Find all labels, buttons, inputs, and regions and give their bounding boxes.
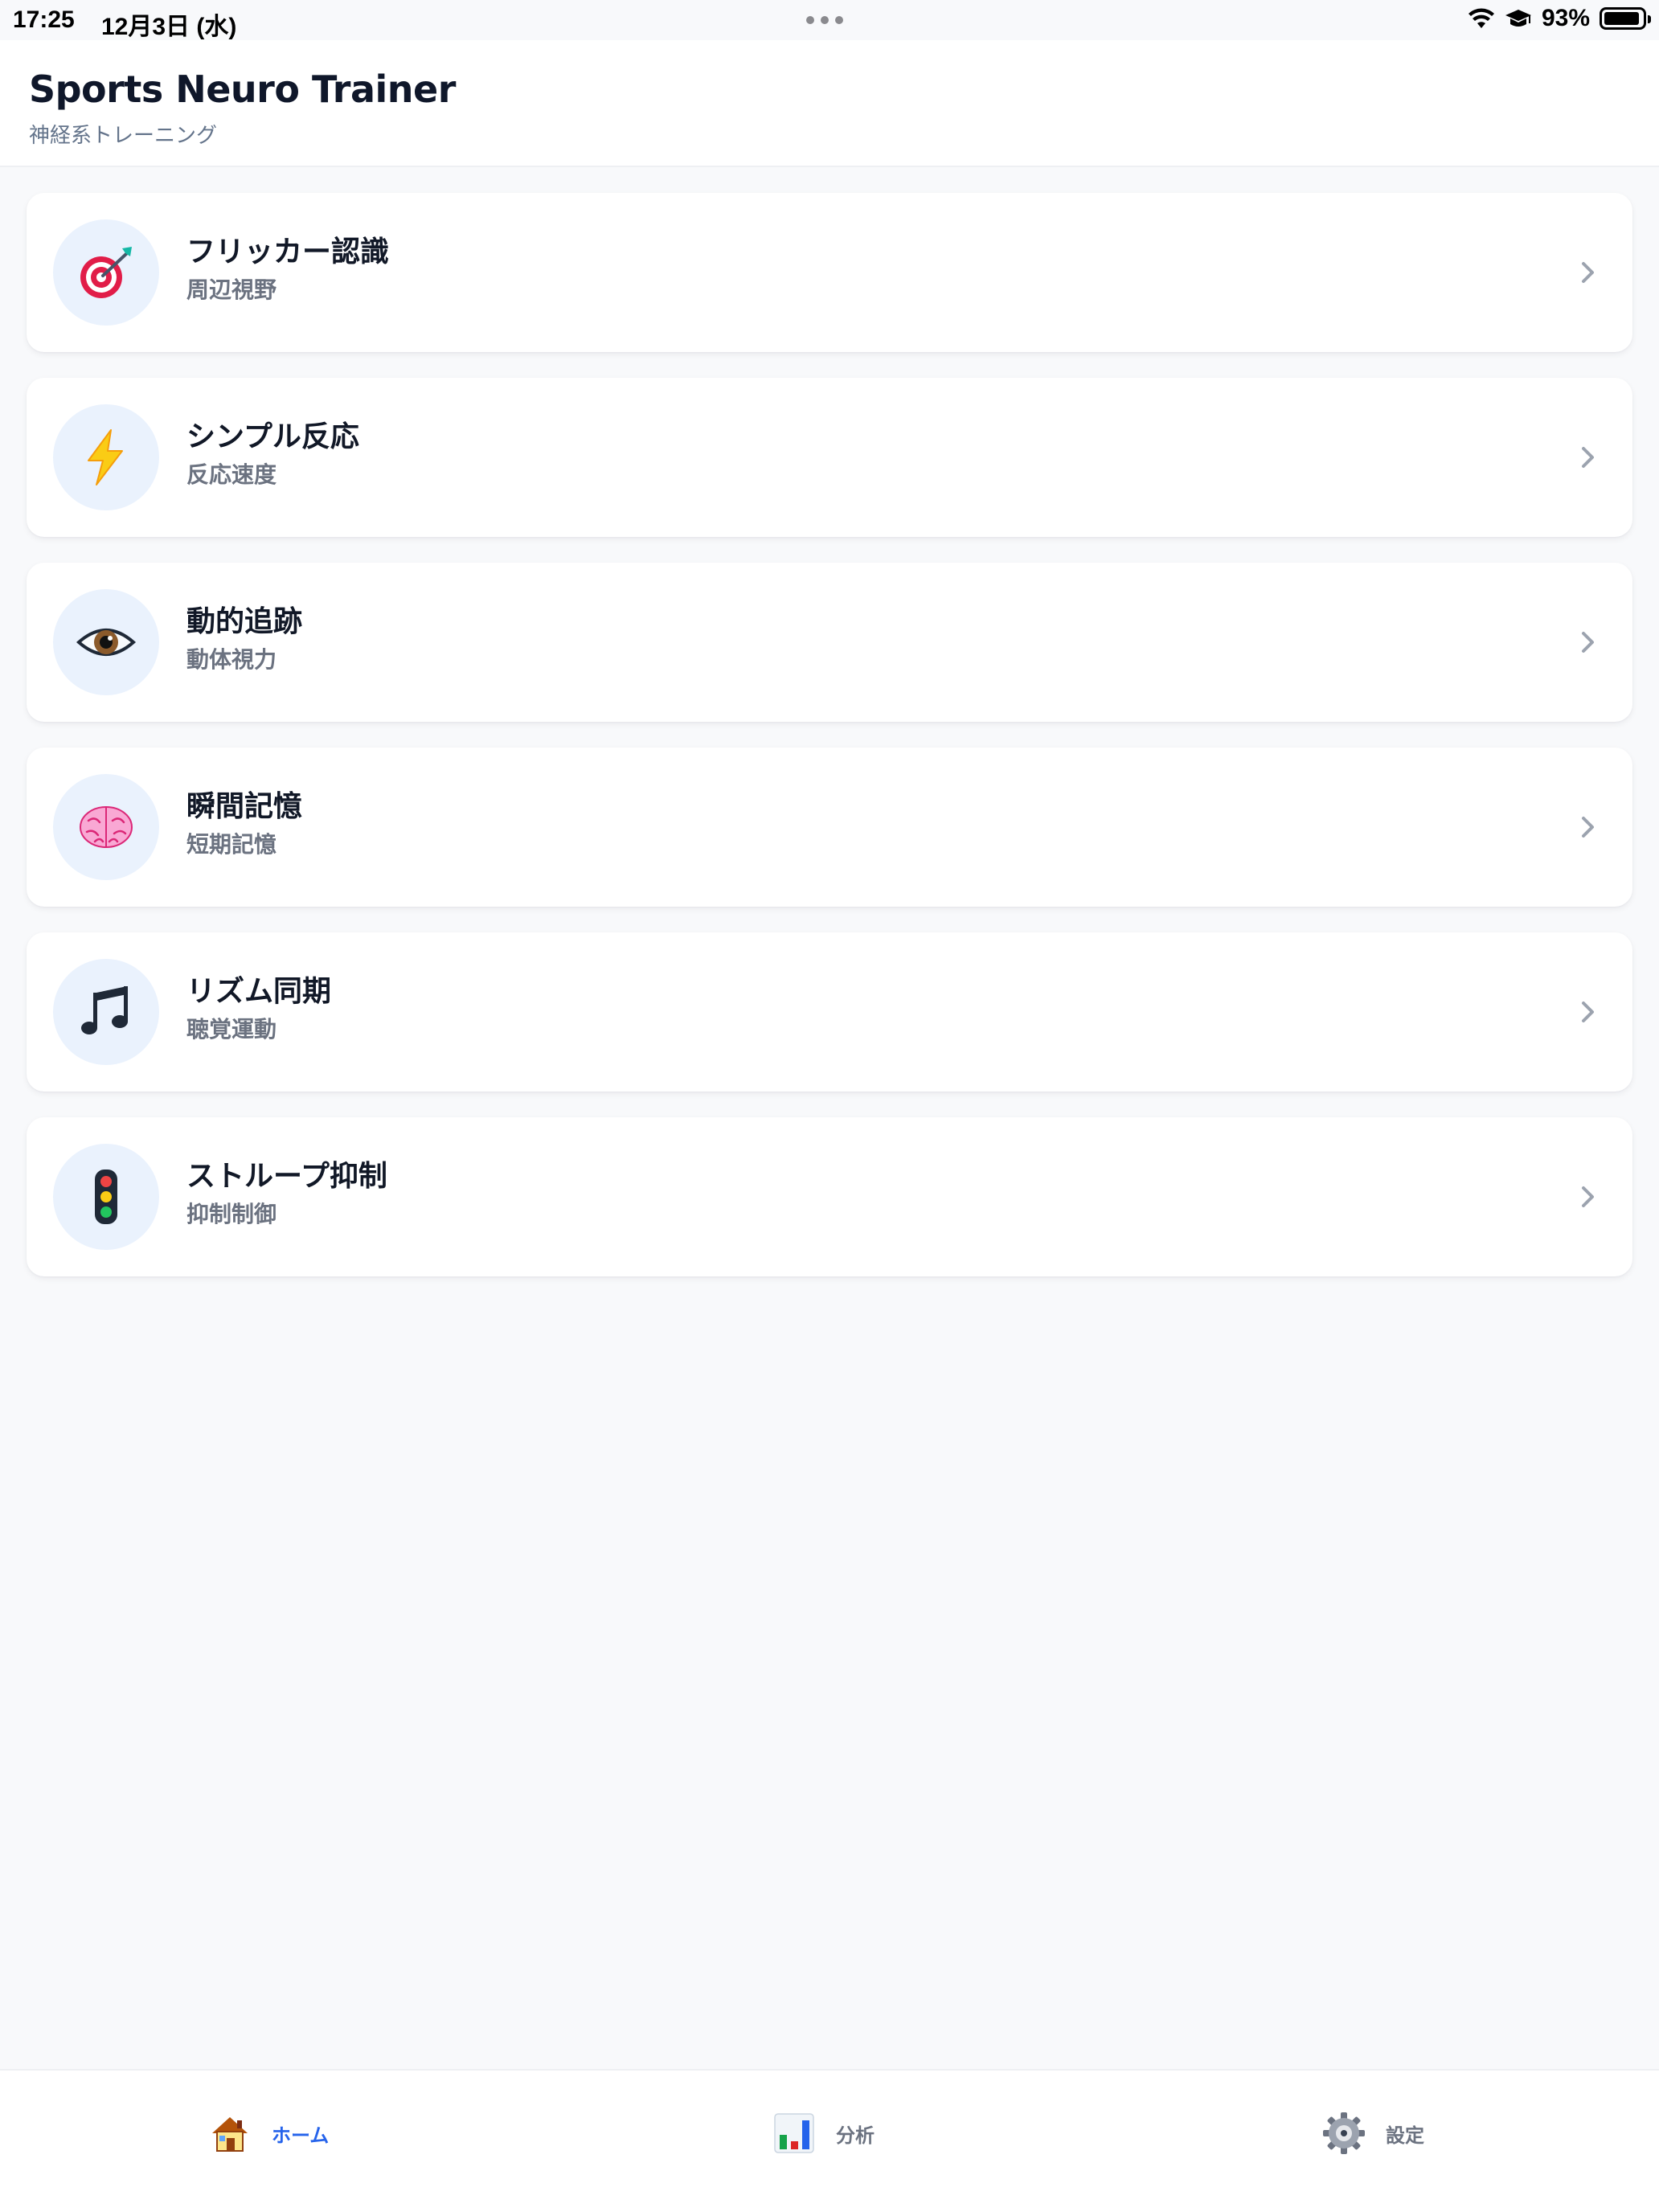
training-card-instant-memory[interactable]: 瞬間記憶 短期記憶 (27, 748, 1632, 907)
card-title: リズム同期 (186, 975, 332, 1008)
traffic-light-icon (53, 1144, 159, 1250)
chevron-right-icon (1582, 817, 1594, 838)
card-title: ストループ抑制 (186, 1160, 387, 1193)
eye-icon (53, 589, 159, 695)
status-indicators: 93% (1468, 5, 1651, 32)
card-subtitle: 反応速度 (186, 461, 277, 488)
house-icon (212, 2117, 248, 2152)
chevron-right-icon (1582, 1186, 1594, 1207)
training-card-rhythm-sync[interactable]: リズム同期 聴覚運動 (27, 932, 1632, 1092)
gear-icon (1323, 2112, 1365, 2154)
card-subtitle: 短期記憶 (186, 831, 277, 858)
graduation-cap-icon (1505, 10, 1531, 27)
battery-fill (1604, 12, 1639, 25)
target-icon (53, 219, 159, 326)
tab-bar: ホーム 分析 設定 (0, 2069, 1659, 2212)
lightning-icon (53, 404, 159, 510)
training-list: フリッカー認識 周辺視野 シンプル反応 反応速度 動的追跡 動体視力 瞬間記憶 … (27, 193, 1632, 1302)
battery-icon (1600, 7, 1651, 30)
card-title: フリッカー認識 (186, 236, 390, 268)
training-card-stroop-inhibition[interactable]: ストループ抑制 抑制制御 (27, 1117, 1632, 1276)
tab-label: 分析 (836, 2124, 875, 2147)
bar-chart-icon (774, 2113, 814, 2153)
status-date: 12月3日 (水) (101, 14, 237, 40)
page-subtitle: 神経系トレーニング (29, 124, 218, 148)
training-card-simple-reaction[interactable]: シンプル反応 反応速度 (27, 378, 1632, 537)
wifi-icon (1468, 8, 1494, 28)
tab-label: 設定 (1386, 2124, 1424, 2147)
status-bar: 17:25 12月3日 (水) 93% (0, 0, 1659, 40)
battery-percent: 93% (1541, 5, 1590, 31)
card-title: シンプル反応 (186, 420, 359, 453)
chevron-right-icon (1582, 262, 1594, 283)
card-subtitle: 動体視力 (186, 646, 277, 673)
tab-label: ホーム (272, 2124, 330, 2147)
card-title: 瞬間記憶 (186, 790, 303, 823)
chevron-right-icon (1582, 1002, 1594, 1022)
card-subtitle: 抑制制御 (186, 1201, 277, 1227)
app-header: Sports Neuro Trainer 神経系トレーニング (0, 40, 1659, 167)
tab-analysis[interactable]: 分析 (772, 2111, 875, 2156)
music-note-icon (53, 959, 159, 1065)
card-subtitle: 周辺視野 (186, 276, 277, 303)
tab-home[interactable]: ホーム (207, 2111, 329, 2156)
training-card-flicker[interactable]: フリッカー認識 周辺視野 (27, 193, 1632, 352)
tab-settings[interactable]: 設定 (1321, 2111, 1424, 2156)
multitasking-dots-icon[interactable] (806, 16, 843, 24)
training-card-dynamic-tracking[interactable]: 動的追跡 動体視力 (27, 563, 1632, 722)
page-title: Sports Neuro Trainer (29, 68, 456, 111)
card-subtitle: 聴覚運動 (186, 1016, 277, 1043)
chevron-right-icon (1582, 447, 1594, 468)
brain-icon (53, 774, 159, 880)
card-title: 動的追跡 (186, 605, 303, 638)
status-time: 17:25 (13, 6, 75, 33)
chevron-right-icon (1582, 632, 1594, 653)
